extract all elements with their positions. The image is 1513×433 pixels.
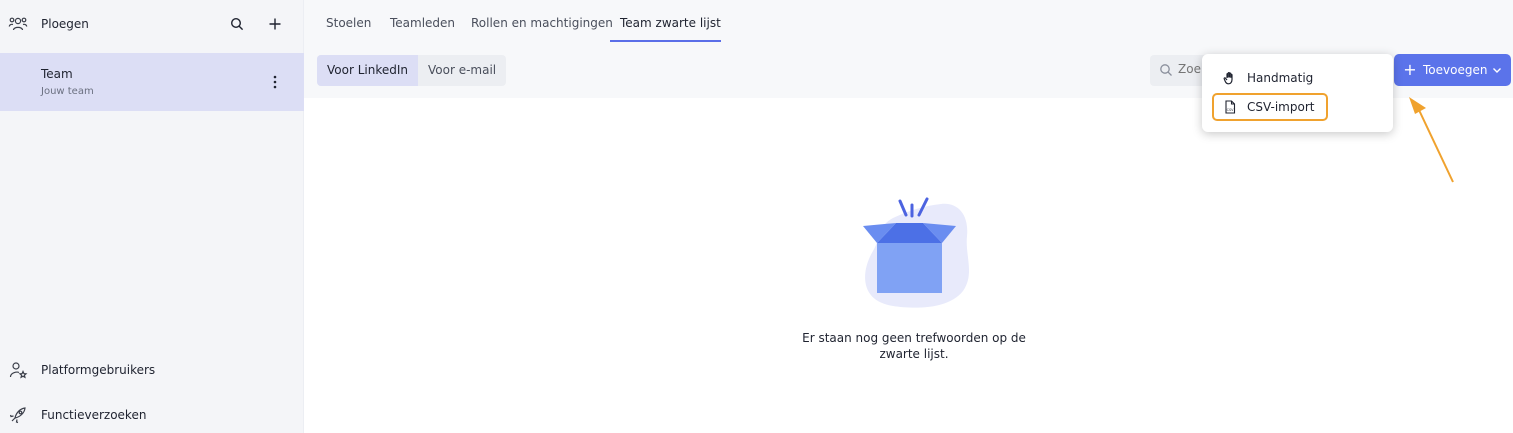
search-icon xyxy=(230,17,244,31)
tab-bar: Stoelen Teamleden Rollen en machtigingen… xyxy=(304,0,1513,50)
platform-users-label: Platformgebruikers xyxy=(41,363,156,377)
open-box-icon xyxy=(863,197,970,308)
channel-segmented-control: Voor LinkedIn Voor e-mail xyxy=(317,55,507,86)
tab-seats[interactable]: Stoelen xyxy=(326,16,371,30)
annotation-arrow-icon xyxy=(1409,97,1454,183)
search-box xyxy=(1150,55,1210,86)
chevron-down-icon xyxy=(1493,68,1501,73)
csv-file-icon: CSV xyxy=(1225,100,1236,114)
tab-roles-permissions[interactable]: Rollen en machtigingen xyxy=(471,16,613,30)
tab-team-members[interactable]: Teamleden xyxy=(390,16,455,30)
team-icon xyxy=(8,17,28,31)
menu-item-manual[interactable]: Handmatig xyxy=(1212,64,1328,92)
tab-team-blacklist[interactable]: Team zwarte lijst xyxy=(620,16,721,30)
segment-linkedin[interactable]: Voor LinkedIn xyxy=(317,55,418,86)
sidebar-item-team[interactable]: Team Jouw team xyxy=(0,53,304,111)
sidebar: Ploegen Team Jouw team Platformgebruiker… xyxy=(0,0,304,433)
menu-item-csv-import-label: CSV-import xyxy=(1247,100,1315,114)
add-dropdown-menu: Handmatig CSV CSV-import xyxy=(1202,54,1393,132)
rocket-icon xyxy=(9,407,26,424)
plus-icon: + xyxy=(1403,60,1417,79)
menu-item-csv-import[interactable]: CSV CSV-import xyxy=(1212,93,1328,121)
sidebar-header: Ploegen xyxy=(0,0,304,50)
svg-text:CSV: CSV xyxy=(1227,108,1235,112)
add-button-label: Toevoegen xyxy=(1423,63,1488,77)
more-vertical-icon xyxy=(273,75,277,89)
hand-icon xyxy=(1223,72,1233,85)
add-button[interactable]: + Toevoegen xyxy=(1394,54,1511,86)
menu-item-manual-label: Handmatig xyxy=(1247,71,1314,85)
sidebar-title: Ploegen xyxy=(41,17,89,31)
empty-state-message: Er staan nog geen trefwoorden op de zwar… xyxy=(802,331,1026,361)
team-subtitle: Jouw team xyxy=(41,86,94,97)
search-icon xyxy=(1160,64,1172,76)
active-tab-indicator xyxy=(610,40,721,42)
user-star-icon xyxy=(9,362,28,379)
sidebar-search-button[interactable] xyxy=(228,15,246,33)
sidebar-item-platform-users[interactable]: Platformgebruikers xyxy=(0,353,304,387)
team-menu-button[interactable] xyxy=(266,72,284,92)
segment-email[interactable]: Voor e-mail xyxy=(418,55,506,86)
sidebar-item-feature-requests[interactable]: Functieverzoeken xyxy=(0,398,304,432)
team-name: Team xyxy=(41,67,73,81)
add-team-button[interactable] xyxy=(266,15,284,33)
plus-icon xyxy=(269,18,281,30)
feature-requests-label: Functieverzoeken xyxy=(41,408,147,422)
